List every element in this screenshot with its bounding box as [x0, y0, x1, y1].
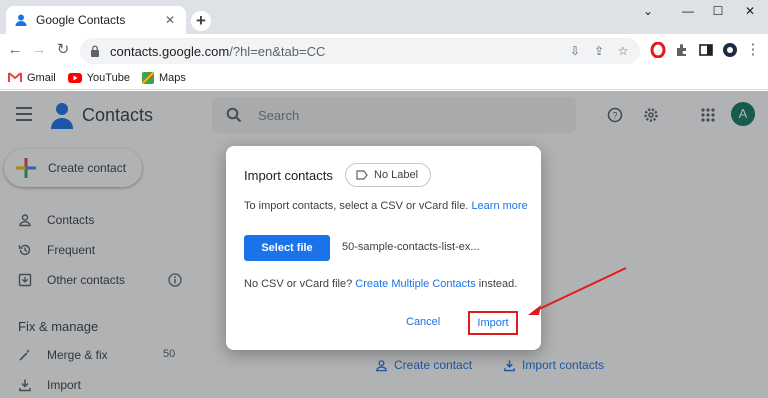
selected-filename: 50-sample-contacts-list-ex... [342, 241, 480, 253]
opera-icon[interactable] [650, 42, 666, 58]
share-icon[interactable]: ⇪ [592, 44, 606, 58]
lock-icon [91, 45, 99, 57]
bookmark-star-icon[interactable]: ☆ [616, 44, 630, 58]
side-panel-icon[interactable] [698, 42, 714, 58]
dialog-description: To import contacts, select a CSV or vCar… [244, 200, 528, 212]
bookmarks-bar: Gmail YouTube Maps [0, 66, 768, 90]
select-file-button[interactable]: Select file [244, 235, 330, 261]
forward-icon[interactable]: → [30, 41, 48, 59]
window-close-icon[interactable]: ✕ [732, 0, 768, 22]
maximize-icon[interactable]: ☐ [700, 0, 736, 22]
bookmark-gmail[interactable]: Gmail [8, 72, 56, 84]
contacts-favicon-icon [15, 14, 27, 26]
back-icon[interactable]: ← [6, 41, 24, 59]
tab-strip: Google Contacts ✕ + ⌄ — ☐ ✕ [0, 0, 768, 34]
bookmark-maps[interactable]: Maps [141, 71, 186, 84]
youtube-icon [67, 72, 82, 83]
label-icon [356, 170, 368, 180]
browser-tab[interactable]: Google Contacts ✕ [6, 6, 186, 34]
import-contacts-dialog: Import contacts No Label To import conta… [226, 146, 541, 350]
gmail-icon [8, 72, 22, 82]
reload-icon[interactable]: ↻ [54, 41, 72, 59]
learn-more-link[interactable]: Learn more [471, 200, 527, 212]
bookmark-youtube[interactable]: YouTube [67, 72, 130, 84]
tab-close-icon[interactable]: ✕ [162, 13, 178, 27]
label-chip[interactable]: No Label [345, 163, 431, 187]
profile-icon[interactable] [722, 42, 738, 58]
tab-title: Google Contacts [36, 13, 126, 27]
extensions-icon[interactable] [674, 42, 690, 58]
cancel-button[interactable]: Cancel [406, 316, 440, 328]
address-bar[interactable]: contacts.google.com/?hl=en&tab=CC ⇩ ⇪ ☆ [80, 38, 640, 64]
install-app-icon[interactable]: ⇩ [568, 44, 582, 58]
contacts-page: Contacts Search ? A Create contact Conta… [0, 91, 768, 398]
maps-icon [141, 71, 154, 84]
new-tab-button[interactable]: + [191, 11, 211, 31]
no-file-text: No CSV or vCard file? Create Multiple Co… [244, 278, 518, 290]
url-text: contacts.google.com/?hl=en&tab=CC [110, 43, 326, 59]
import-button[interactable]: Import [468, 311, 518, 335]
dialog-title: Import contacts [244, 168, 333, 183]
navigation-bar: ← → ↻ contacts.google.com/?hl=en&tab=CC … [0, 34, 768, 66]
create-multiple-contacts-link[interactable]: Create Multiple Contacts [355, 278, 475, 290]
menu-dots-icon[interactable]: ⋮ [744, 41, 762, 59]
tab-search-icon[interactable]: ⌄ [630, 0, 666, 22]
